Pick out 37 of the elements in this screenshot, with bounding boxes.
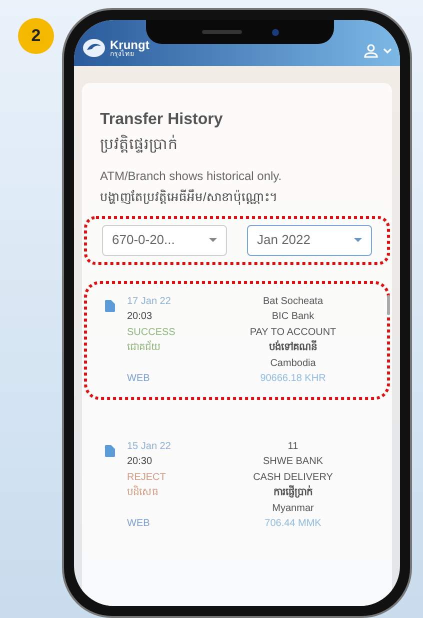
transfer-type: CASH DELIVERY [253, 470, 333, 484]
recipient-name: 11 [288, 440, 298, 454]
document-icon [105, 444, 115, 456]
brand-name: Krungt [110, 38, 150, 50]
page-title-khmer: ប្រវត្តិផ្ទេរប្រាក់ [100, 134, 179, 155]
dropdown[interactable]: 670-0-20... [102, 224, 227, 256]
amount-text: 706.44 MMK [264, 517, 322, 531]
time-text: 20:03 [127, 310, 154, 324]
caret-icon [209, 238, 217, 242]
transfer-type: PAY TO ACCOUNT [250, 326, 336, 340]
date-text: 15 Jan 22 [127, 440, 172, 454]
status-text: SUCCESS [127, 326, 176, 340]
recipient-name: Bat Socheata [262, 294, 324, 308]
date-text: 17 Jan 22 [127, 294, 172, 308]
status-text: ជោគជ័យ [127, 340, 162, 355]
step-badge: 2 [18, 18, 54, 54]
document-icon [105, 300, 115, 312]
country-text: Cambodia [270, 356, 316, 370]
channel-text: WEB [127, 372, 151, 386]
channel-text: WEB [127, 517, 151, 531]
status-text: បដិសេធ [127, 485, 159, 500]
bank-name: BIC Bank [272, 310, 314, 324]
caret-icon [354, 238, 362, 242]
bank-name: SHWE BANK [262, 455, 323, 469]
info-text: ATM/Branch shows historical only. [100, 168, 283, 184]
transfer-type: ការផ្ញើប្រាក់ [274, 485, 312, 500]
chevron-down-icon[interactable] [383, 48, 392, 54]
page-title: Transfer History [100, 110, 224, 130]
time-text: 20:30 [127, 455, 154, 469]
amount-text: 90666.18 KHR [260, 372, 326, 386]
transfer-type: បង់ទៅគណនី [269, 340, 317, 355]
country-text: Myanmar [272, 502, 314, 516]
scrollbar [387, 295, 390, 315]
info-text-khmer: បង្ហាញតែប្រវត្តិអេធីអឹម/សាខាប៉ុណ្ណោះ។ [100, 188, 278, 206]
dropdown[interactable]: Jan 2022 [247, 224, 372, 256]
user-icon[interactable] [364, 44, 378, 58]
status-text: REJECT [127, 470, 167, 484]
